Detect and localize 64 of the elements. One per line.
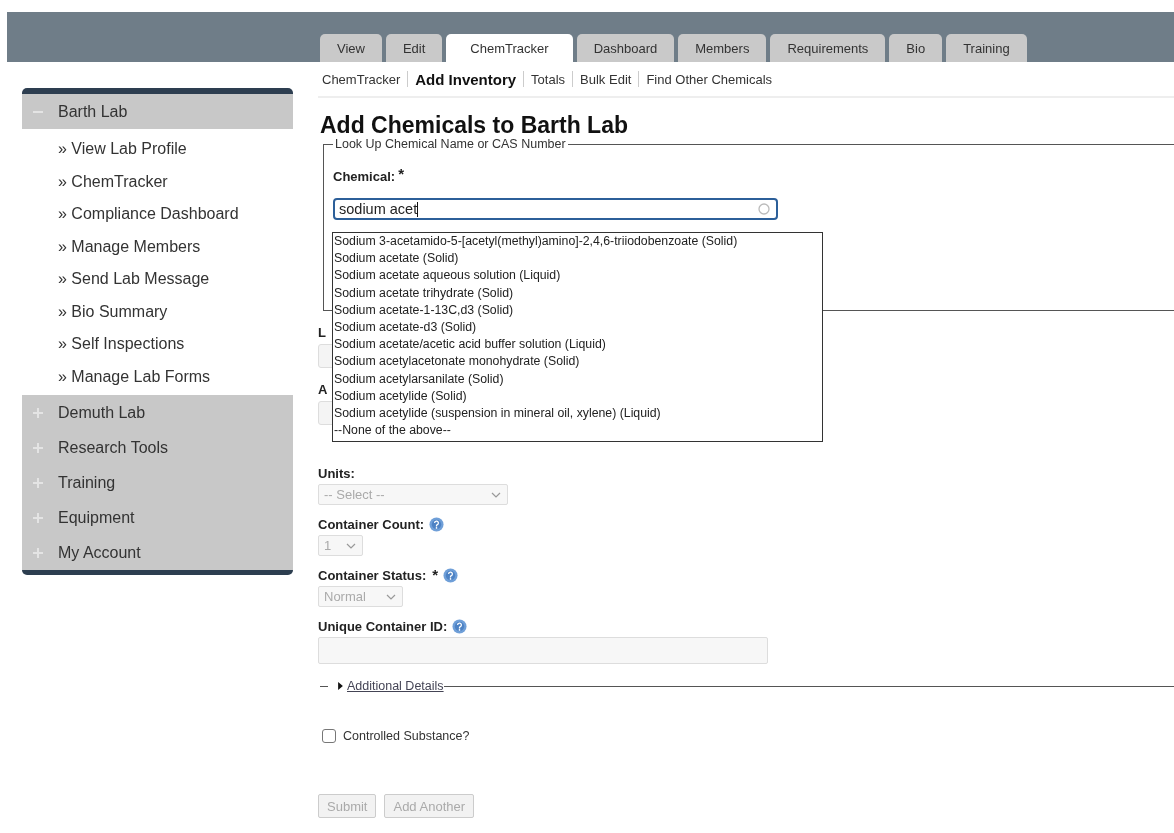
chevron-down-icon bbox=[491, 491, 501, 498]
nav-tab[interactable]: ChemTracker bbox=[446, 34, 573, 62]
field-label: Unique Container ID: bbox=[318, 618, 448, 634]
sub-nav-link[interactable]: Totals bbox=[531, 71, 566, 87]
suggestion-option[interactable]: Sodium acetate (Solid) bbox=[334, 250, 821, 268]
sidebar-group[interactable]: Training bbox=[22, 465, 293, 500]
plus-icon bbox=[32, 511, 44, 524]
sidebar-group[interactable]: My Account bbox=[22, 535, 293, 570]
nav-tab[interactable]: Members bbox=[678, 34, 767, 62]
sub-nav-link[interactable]: Bulk Edit bbox=[580, 71, 632, 87]
checkbox-label: Controlled Substance? bbox=[343, 729, 470, 743]
sub-nav-link[interactable]: ChemTracker bbox=[322, 71, 401, 87]
spinner-icon bbox=[758, 203, 770, 215]
sidebar-group[interactable]: Equipment bbox=[22, 500, 293, 535]
field-label: L bbox=[318, 325, 326, 340]
sidebar-link[interactable]: » Manage Members bbox=[22, 230, 293, 263]
suggestion-option[interactable]: Sodium acetate trihydrate (Solid) bbox=[334, 284, 821, 302]
suggestion-option[interactable]: Sodium acetylide (suspension in mineral oil, xylene) (Liquid) bbox=[334, 405, 821, 423]
field-label: A bbox=[318, 382, 328, 397]
page-heading: Add Chemicals to Barth Lab bbox=[320, 113, 629, 137]
checkbox[interactable] bbox=[322, 729, 336, 743]
chemical-input[interactable]: sodium acet bbox=[333, 198, 778, 220]
required-mark: * bbox=[432, 570, 439, 580]
chevron-down-icon bbox=[386, 593, 396, 600]
plus-icon bbox=[32, 546, 44, 559]
sidebar-group[interactable]: Barth Lab bbox=[22, 94, 293, 129]
sub-nav-link[interactable]: Add Inventory bbox=[415, 70, 517, 88]
nav-tab[interactable]: View bbox=[320, 34, 382, 62]
field-label: Chemical: bbox=[333, 169, 396, 184]
sidebar-link[interactable]: » Self Inspections bbox=[22, 328, 293, 361]
sidebar-link[interactable]: » View Lab Profile bbox=[22, 133, 293, 166]
suggestion-option[interactable]: Sodium acetate-d3 (Solid) bbox=[334, 319, 821, 337]
fieldset-legend: Look Up Chemical Name or CAS Number bbox=[333, 137, 568, 151]
field-label: Units: bbox=[318, 465, 355, 481]
additional-details-link[interactable]: Additional Details bbox=[347, 679, 444, 693]
sidebar-group[interactable]: Research Tools bbox=[22, 430, 293, 465]
nav-tab[interactable]: Requirements bbox=[770, 34, 886, 62]
nav-tab[interactable]: Edit bbox=[385, 34, 443, 62]
suggestion-option[interactable]: Sodium acetylide (Solid) bbox=[334, 387, 821, 406]
suggestion-option[interactable]: Sodium 3-acetamido-5-[acetyl(methyl)amino]-2,4,6-triiodobenzoate (Solid) bbox=[334, 233, 821, 251]
sub-nav-link[interactable]: Find Other Chemicals bbox=[646, 71, 773, 87]
suggestion-option[interactable]: Sodium acetate-1-13C,d3 (Solid) bbox=[334, 301, 821, 319]
sidebar-link[interactable]: » Bio Summary bbox=[22, 295, 293, 328]
chevron-down-icon bbox=[346, 542, 356, 549]
suggestion-option[interactable]: Sodium acetate/acetic acid buffer solution (Liquid) bbox=[334, 336, 821, 354]
suggestion-option[interactable]: Sodium acetylacetonate monohydrate (Solid) bbox=[334, 353, 821, 371]
plus-icon bbox=[32, 441, 44, 454]
suggestion-option[interactable]: Sodium acetylarsanilate (Solid) bbox=[334, 370, 821, 388]
field-label: Container Status: bbox=[318, 567, 427, 583]
plus-icon bbox=[32, 406, 44, 419]
sidebar-link[interactable]: » Send Lab Message bbox=[22, 263, 293, 296]
required-mark: * bbox=[398, 169, 404, 184]
sidebar-link[interactable]: » Manage Lab Forms bbox=[22, 360, 293, 393]
sidebar-link[interactable]: » Compliance Dashboard bbox=[22, 198, 293, 231]
nav-tab[interactable]: Training bbox=[946, 34, 1027, 62]
nav-tab[interactable]: Bio bbox=[889, 34, 943, 62]
suggestion-option[interactable]: Sodium acetate aqueous solution (Liquid) bbox=[334, 267, 821, 285]
plus-icon bbox=[32, 476, 44, 489]
field-label: Container Count: bbox=[318, 516, 425, 532]
suggestion-option[interactable]: --None of the above-- bbox=[334, 422, 821, 440]
expand-triangle-icon[interactable] bbox=[338, 682, 343, 690]
nav-tab[interactable]: Dashboard bbox=[576, 34, 675, 62]
sidebar-group[interactable]: Demuth Lab bbox=[22, 395, 293, 430]
sidebar-link[interactable]: » ChemTracker bbox=[22, 165, 293, 198]
